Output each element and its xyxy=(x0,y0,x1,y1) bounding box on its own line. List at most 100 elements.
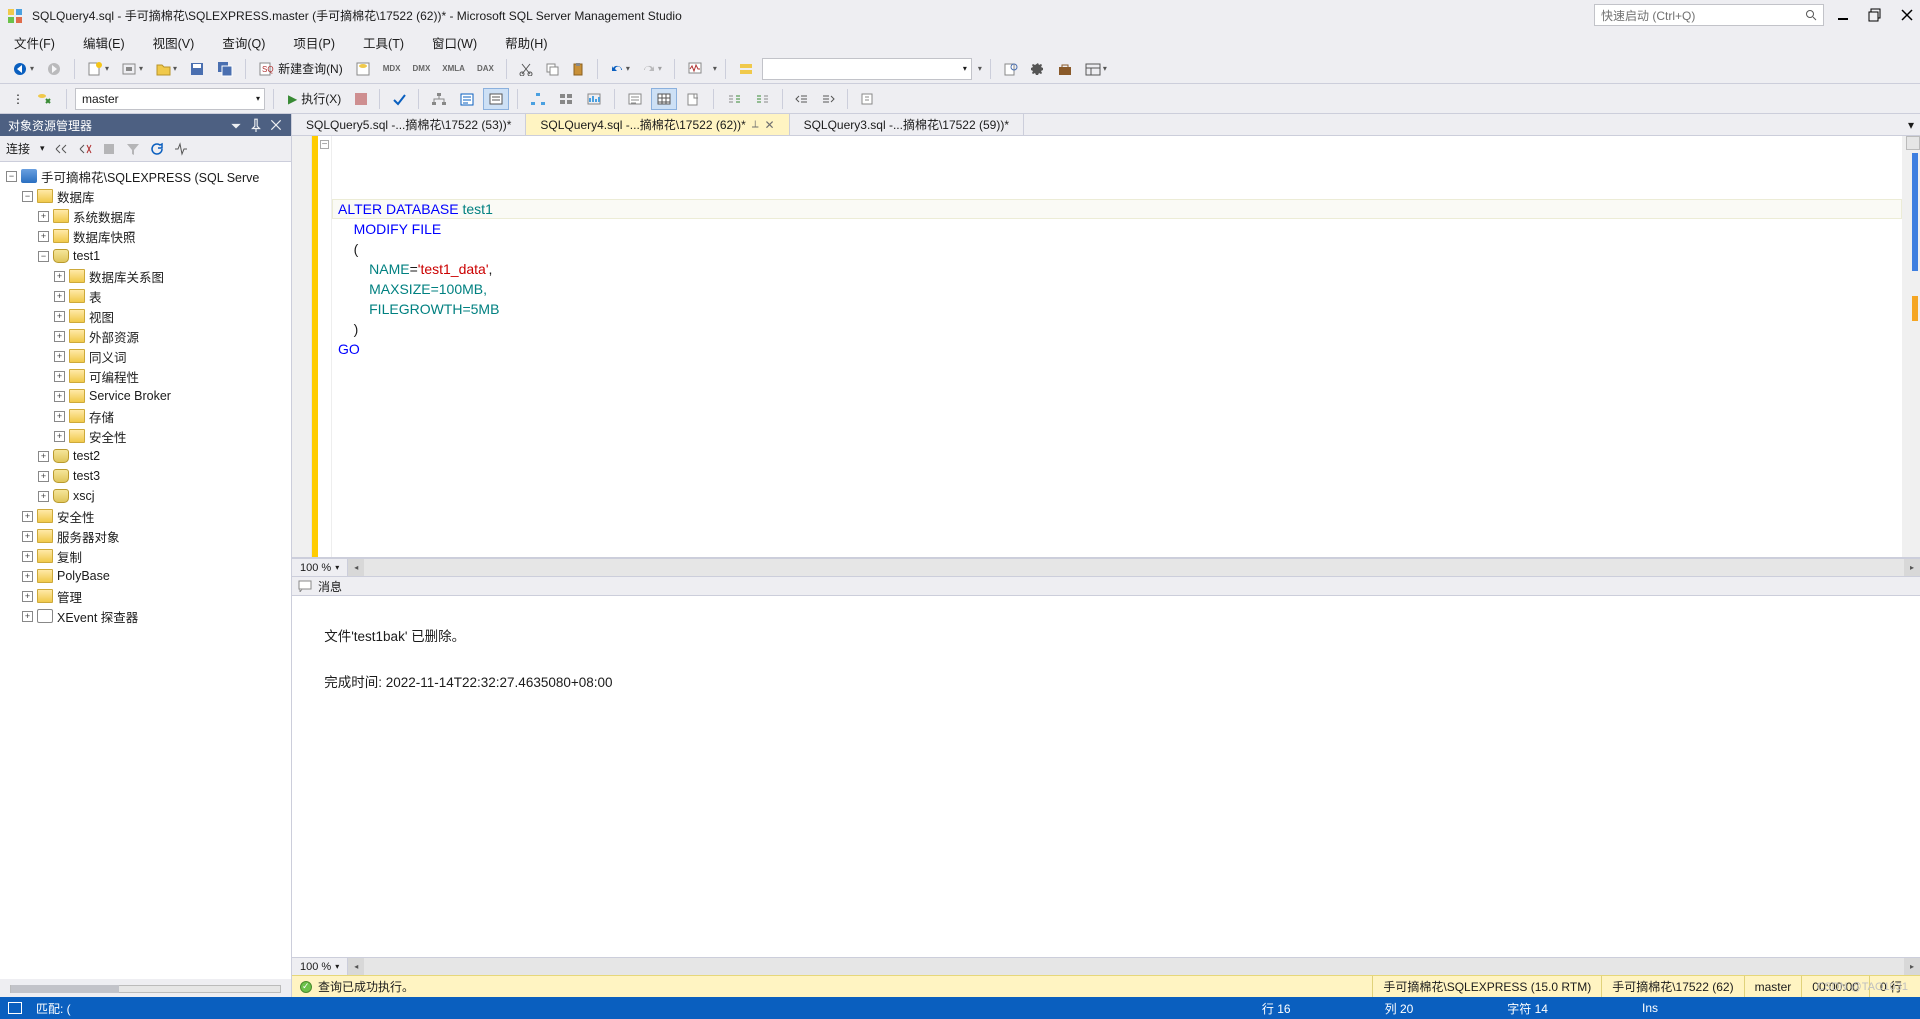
expand-toggle[interactable]: + xyxy=(54,431,65,442)
xmla-button[interactable]: XMLA xyxy=(438,58,469,80)
code-zoom-combo[interactable]: 100 %▾ xyxy=(292,559,348,576)
code-editor[interactable]: − ALTER DATABASE test1 MODIFY FILE ( NAM… xyxy=(292,136,1920,558)
expand-toggle[interactable]: − xyxy=(38,251,49,262)
minimize-button[interactable] xyxy=(1836,8,1850,22)
expand-toggle[interactable]: + xyxy=(38,471,49,482)
restore-button[interactable] xyxy=(1868,8,1882,22)
close-tab-icon[interactable]: ✕ xyxy=(765,118,775,132)
copy-button[interactable] xyxy=(541,58,563,80)
toolbox-button[interactable] xyxy=(1053,58,1077,80)
document-tab[interactable]: SQLQuery5.sql -...摘棉花\17522 (53))* xyxy=(292,114,526,135)
tabs-overflow-button[interactable]: ▾ xyxy=(1902,114,1920,135)
database-combo[interactable]: master▾ xyxy=(75,88,265,110)
find-in-files-button[interactable] xyxy=(999,58,1023,80)
expand-toggle[interactable]: + xyxy=(22,611,33,622)
menu-edit[interactable]: 编辑(E) xyxy=(79,31,129,54)
include-plan-button[interactable] xyxy=(526,88,550,110)
new-query-button[interactable]: SQL 新建查询(N) xyxy=(254,58,347,80)
save-button[interactable] xyxy=(185,58,209,80)
messages-tab-header[interactable]: 消息 xyxy=(292,576,1920,596)
connect-label[interactable]: 连接 xyxy=(6,140,30,157)
expand-toggle[interactable]: + xyxy=(54,331,65,342)
close-button[interactable] xyxy=(1900,8,1914,22)
mdx-button[interactable]: MDX xyxy=(379,58,405,80)
tree-node[interactable]: +同义词 xyxy=(2,346,289,366)
menu-project[interactable]: 项目(P) xyxy=(289,31,339,54)
nav-back-button[interactable]: ▾ xyxy=(8,58,38,80)
tree-node[interactable]: +管理 xyxy=(2,586,289,606)
solution-configs-combo[interactable]: ▾ xyxy=(762,58,972,80)
save-all-button[interactable] xyxy=(213,58,237,80)
expand-toggle[interactable]: + xyxy=(38,231,49,242)
parse-button[interactable] xyxy=(388,88,410,110)
tree-node[interactable]: +Service Broker xyxy=(2,386,289,406)
expand-toggle[interactable]: + xyxy=(38,211,49,222)
msg-zoom-combo[interactable]: 100 %▾ xyxy=(292,958,348,975)
tree-node[interactable]: +数据库快照 xyxy=(2,226,289,246)
tree-node[interactable]: +系统数据库 xyxy=(2,206,289,226)
tree-node[interactable]: +表 xyxy=(2,286,289,306)
expand-toggle[interactable]: + xyxy=(54,311,65,322)
tree-node[interactable]: +可编程性 xyxy=(2,366,289,386)
expand-toggle[interactable]: + xyxy=(38,491,49,502)
expand-toggle[interactable]: + xyxy=(54,371,65,382)
dax-button[interactable]: DAX xyxy=(473,58,498,80)
de-query-button[interactable] xyxy=(351,58,375,80)
tree-node[interactable]: +XEvent 探查器 xyxy=(2,606,289,626)
tree-node[interactable]: −数据库 xyxy=(2,186,289,206)
stop-icon[interactable] xyxy=(101,141,117,157)
tree-node[interactable]: +数据库关系图 xyxy=(2,266,289,286)
client-stats-button[interactable] xyxy=(582,88,606,110)
messages-pane[interactable]: 文件'test1bak' 已删除。 完成时间: 2022-11-14T22:32… xyxy=(292,596,1920,957)
tree-hscroll[interactable] xyxy=(10,985,281,993)
expand-toggle[interactable]: + xyxy=(54,351,65,362)
tree-node[interactable]: +xscj xyxy=(2,486,289,506)
results-grid-button[interactable] xyxy=(651,88,677,110)
expand-toggle[interactable]: + xyxy=(22,591,33,602)
tree-node[interactable]: −test1 xyxy=(2,246,289,266)
expand-toggle[interactable]: + xyxy=(22,531,33,542)
tree-node[interactable]: +test2 xyxy=(2,446,289,466)
breakpoint-gutter[interactable] xyxy=(292,136,312,557)
tree-node[interactable]: +安全性 xyxy=(2,506,289,526)
document-tab[interactable]: SQLQuery4.sql -...摘棉花\17522 (62))*⟂✕ xyxy=(526,114,789,135)
registered-servers-button[interactable] xyxy=(734,58,758,80)
disconnect-icon[interactable] xyxy=(77,141,93,157)
tree-node[interactable]: +外部资源 xyxy=(2,326,289,346)
open-file-button[interactable]: ▾ xyxy=(151,58,181,80)
code-text[interactable]: ALTER DATABASE test1 MODIFY FILE ( NAME=… xyxy=(338,199,1896,359)
results-file-button[interactable] xyxy=(681,88,705,110)
expand-toggle[interactable]: + xyxy=(54,271,65,282)
msg-hscroll[interactable]: ◂▸ xyxy=(348,958,1920,975)
expand-toggle[interactable]: − xyxy=(6,171,17,182)
execute-button[interactable]: ▶执行(X) xyxy=(282,88,347,109)
tree-node[interactable]: −手可摘棉花\SQLEXPRESS (SQL Serve xyxy=(2,166,289,186)
results-text-button[interactable] xyxy=(623,88,647,110)
panel-menu-icon[interactable] xyxy=(229,118,243,132)
editor-vscroll[interactable] xyxy=(1902,136,1920,557)
live-stats-button[interactable] xyxy=(554,88,578,110)
pin-icon[interactable] xyxy=(249,118,263,132)
new-item-button[interactable]: ▾ xyxy=(83,58,113,80)
tree-node[interactable]: +test3 xyxy=(2,466,289,486)
expand-toggle[interactable]: + xyxy=(22,511,33,522)
cancel-query-button[interactable] xyxy=(351,88,371,110)
expand-toggle[interactable]: + xyxy=(22,571,33,582)
expand-toggle[interactable]: + xyxy=(54,391,65,402)
dmx-button[interactable]: DMX xyxy=(409,58,435,80)
menu-window[interactable]: 窗口(W) xyxy=(428,31,481,54)
filter-icon[interactable] xyxy=(125,141,141,157)
intellisense-button[interactable] xyxy=(483,88,509,110)
fold-toggle[interactable]: − xyxy=(320,140,329,149)
properties-button[interactable] xyxy=(1027,58,1049,80)
menu-view[interactable]: 视图(V) xyxy=(149,31,199,54)
object-explorer-header[interactable]: 对象资源管理器 xyxy=(0,114,291,136)
decrease-indent-button[interactable] xyxy=(791,88,813,110)
uncomment-button[interactable] xyxy=(750,88,774,110)
redo-button[interactable]: ▾ xyxy=(638,58,666,80)
tree-node[interactable]: +复制 xyxy=(2,546,289,566)
quick-launch-input[interactable]: 快速启动 (Ctrl+Q) xyxy=(1594,4,1824,26)
query-options-button[interactable] xyxy=(455,88,479,110)
change-connection-button[interactable] xyxy=(32,88,58,110)
expand-toggle[interactable]: + xyxy=(54,411,65,422)
